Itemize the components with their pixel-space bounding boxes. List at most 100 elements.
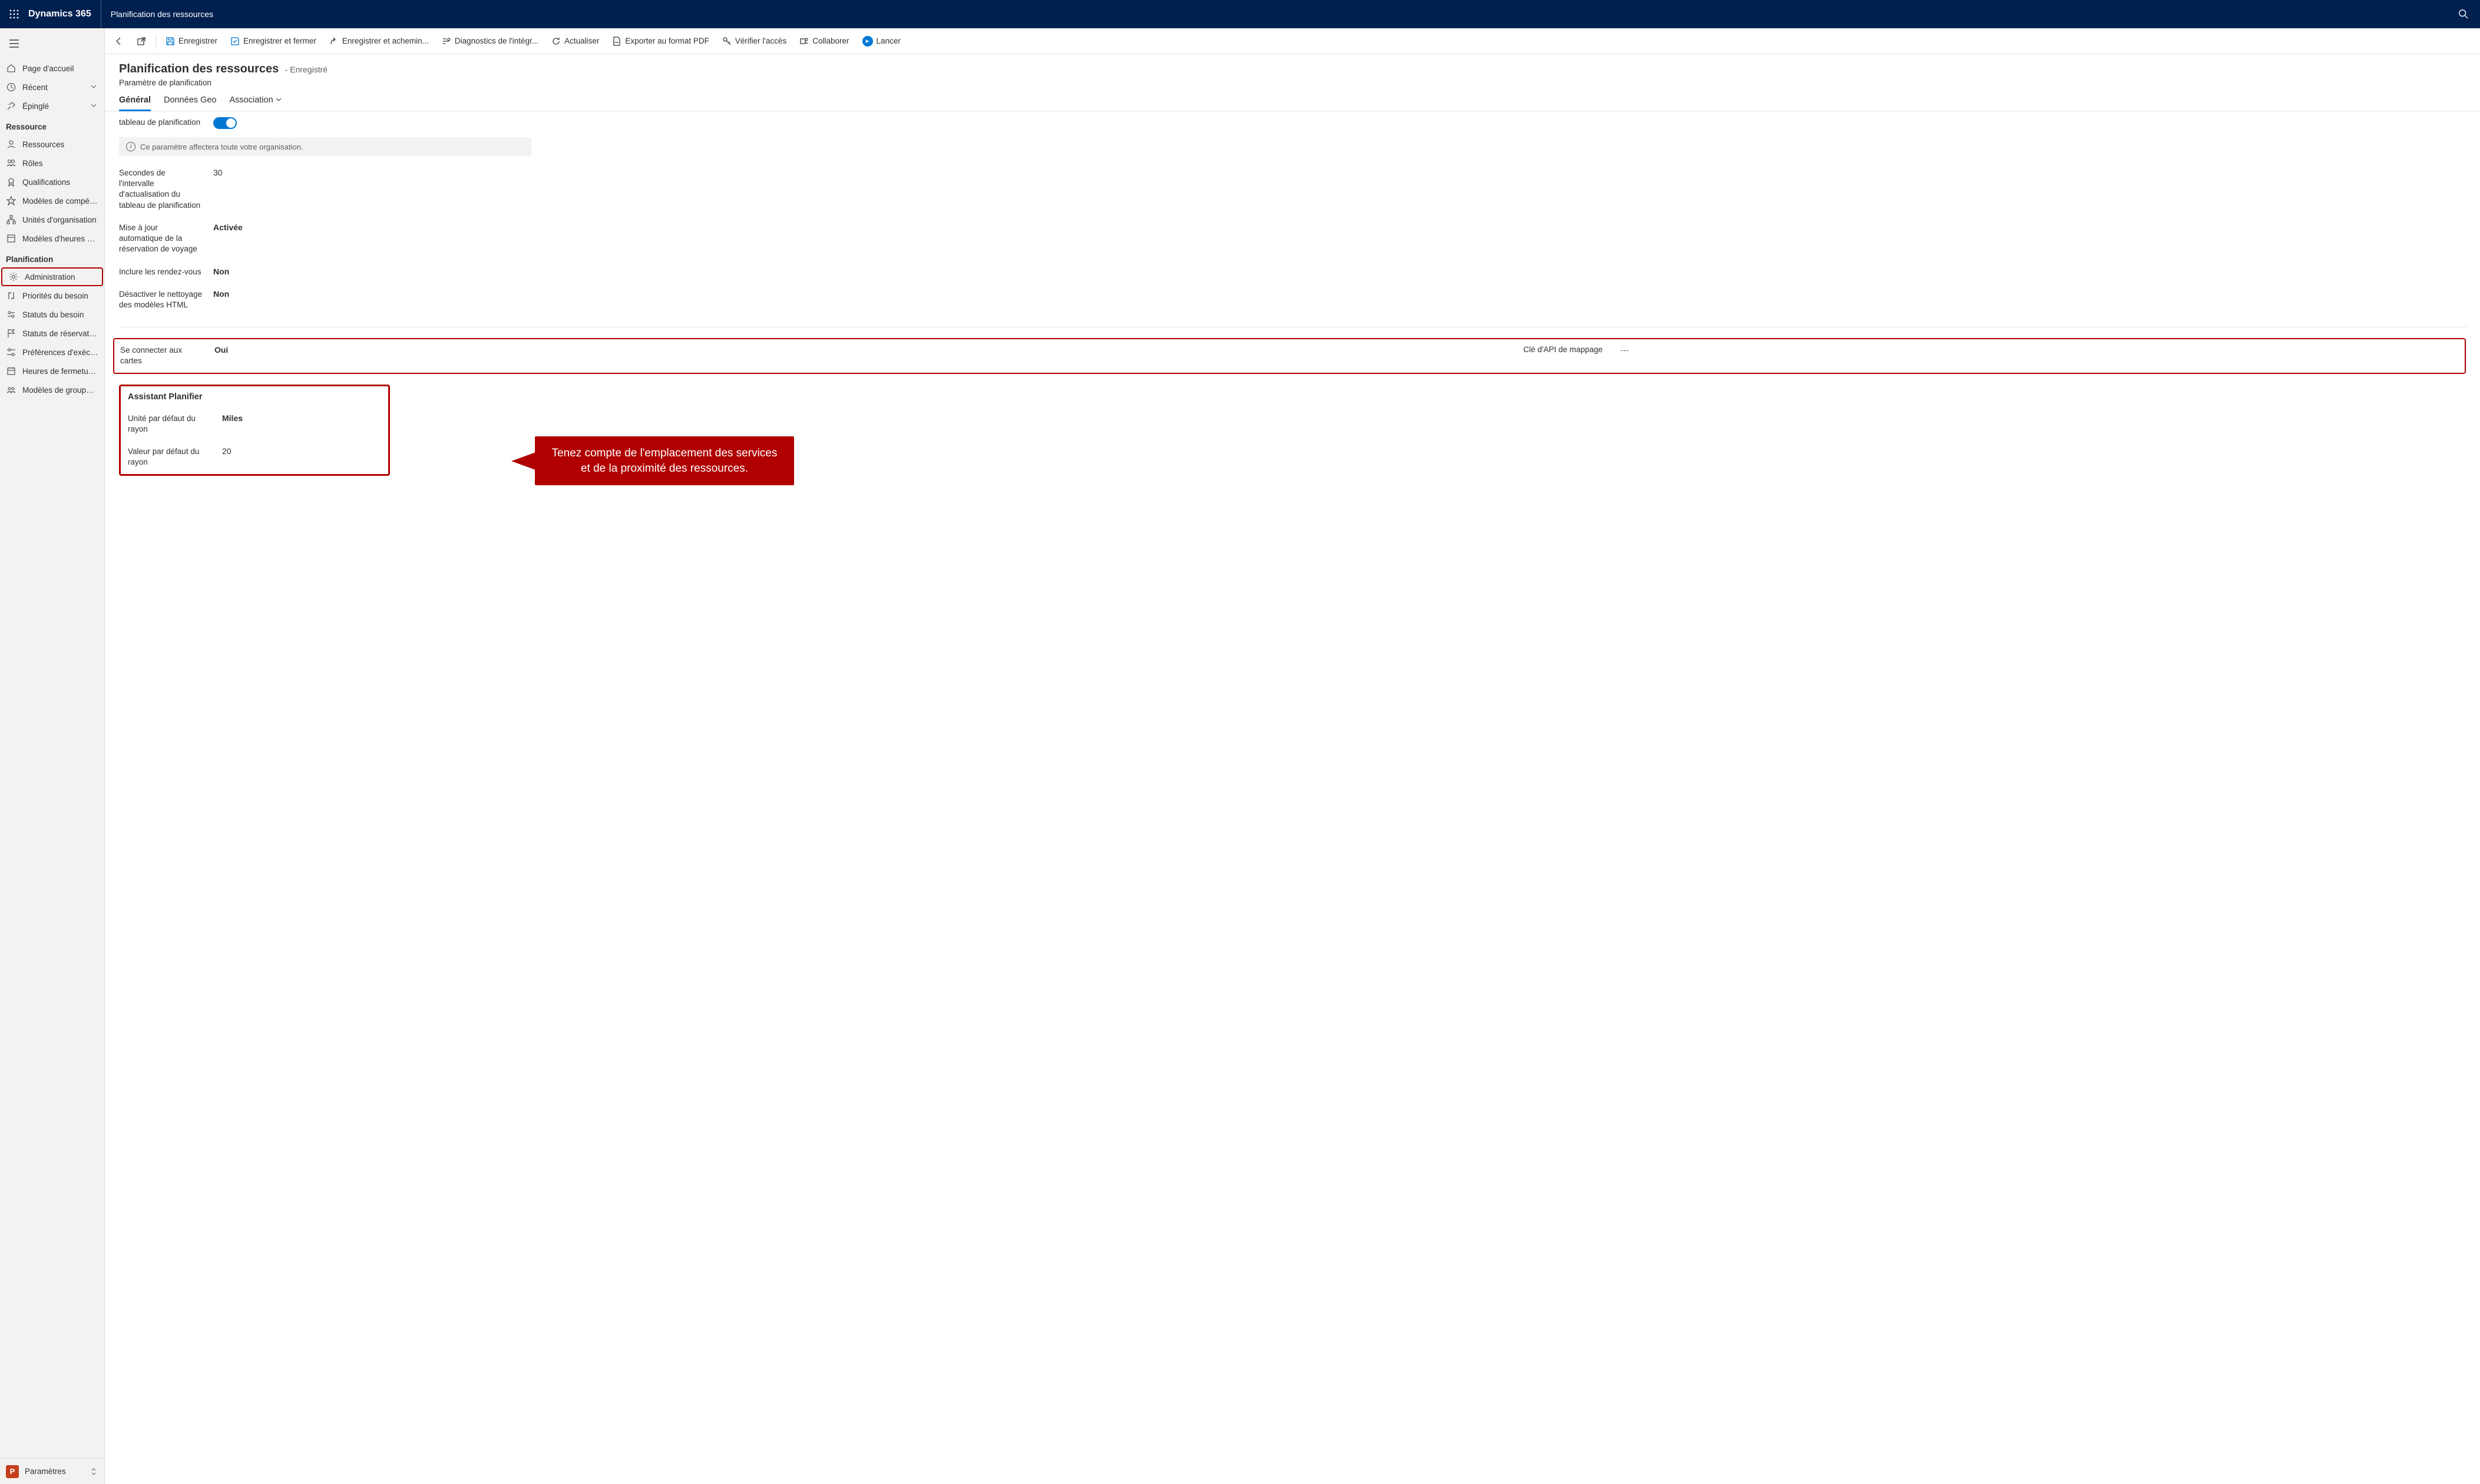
sidebar-item-label: Rôles (22, 159, 98, 168)
pdf-icon (612, 37, 621, 46)
field-radius-unit: Unité par défaut du rayon Miles (128, 408, 381, 440)
collab-icon (799, 37, 809, 46)
sidebar-item-qualifications[interactable]: Qualifications (0, 173, 104, 191)
field-value[interactable]: Non (213, 267, 229, 276)
sidebar-item-home[interactable]: Page d'accueil (0, 59, 104, 78)
integration-diag-button[interactable]: Diagnostics de l'intégr... (436, 31, 544, 52)
sidebar-item-pinned[interactable]: Épinglé (0, 97, 104, 115)
field-value[interactable]: 20 (222, 446, 232, 456)
field-include-appt: Inclure les rendez-vous Non (119, 261, 673, 283)
sidebar-item-group-models[interactable]: Modèles de groupe ... (0, 380, 104, 399)
field-value[interactable]: Non (213, 289, 229, 299)
field-value[interactable]: Oui (214, 345, 228, 355)
launch-icon: ▸ (862, 36, 873, 47)
sidebar-item-exec-preferences[interactable]: Préférences d'exécut... (0, 343, 104, 362)
field-value[interactable]: Activée (213, 223, 243, 232)
highlight-assistant-section: Assistant Planifier Unité par défaut du … (119, 385, 390, 476)
prefs-icon (6, 347, 16, 357)
save-route-button[interactable]: Enregistrer et achemin... (323, 31, 435, 52)
flag-icon (6, 328, 16, 339)
back-button[interactable] (108, 31, 130, 52)
sidebar-item-label: Heures de fermeture... (22, 367, 98, 376)
arrow-left-icon (114, 37, 124, 46)
sidebar-item-reservation-status[interactable]: Statuts de réservation (0, 324, 104, 343)
cmd-label: Enregistrer et achemin... (342, 37, 429, 45)
page-header: Planification des ressources - Enregistr… (105, 54, 2480, 87)
callout-arrow-icon (511, 452, 537, 471)
field-value (213, 117, 237, 129)
popout-button[interactable] (131, 31, 152, 52)
sidebar-item-roles[interactable]: Rôles (0, 154, 104, 173)
field-connect-maps: Se connecter aux cartes Oui (120, 345, 228, 366)
save-button[interactable]: Enregistrer (160, 31, 223, 52)
tab-geo[interactable]: Données Geo (164, 95, 216, 111)
sidebar-item-label: Récent (22, 83, 90, 92)
field-map-api-key: Clé d'API de mappage --- (1523, 345, 2459, 366)
refresh-icon (551, 37, 561, 46)
page-title: Planification des ressources (119, 62, 279, 75)
field-value[interactable]: 30 (213, 168, 223, 177)
sidebar-area-switcher[interactable]: P Paramètres (0, 1458, 104, 1484)
person-icon (6, 139, 16, 150)
cmd-label: Lancer (877, 37, 901, 45)
topbar: Dynamics 365 Planification des ressource… (0, 0, 2480, 28)
sidebar-item-label: Modèles de compét... (22, 197, 98, 206)
sidebar-item-need-priorities[interactable]: Priorités du besoin (0, 286, 104, 305)
launch-button[interactable]: ▸ Lancer (857, 31, 907, 52)
field-enable-new-board: tableau de planification (119, 111, 673, 135)
main: Enregistrer Enregistrer et fermer Enregi… (105, 28, 2480, 1484)
route-icon (329, 37, 339, 46)
chevron-updown-icon (90, 1468, 98, 1476)
tab-association[interactable]: Association (229, 95, 281, 111)
page-subtitle: Paramètre de planification (119, 78, 2466, 87)
cmd-label: Diagnostics de l'intégr... (455, 37, 538, 45)
tab-label: Association (229, 95, 273, 105)
field-label: Valeur par défaut du rayon (128, 446, 222, 468)
sidebar-item-administration[interactable]: Administration (1, 267, 103, 286)
brand-area[interactable]: Planification des ressources (101, 0, 213, 28)
save-icon (166, 37, 175, 46)
app-launcher-icon[interactable] (5, 5, 24, 24)
sidebar-item-hour-templates[interactable]: Modèles d'heures de... (0, 229, 104, 248)
star-icon (6, 196, 16, 206)
page-state: - Enregistré (285, 65, 328, 74)
brand-title[interactable]: Dynamics 365 (28, 9, 91, 19)
field-value[interactable]: --- (1621, 345, 1629, 355)
sidebar-item-need-status[interactable]: Statuts du besoin (0, 305, 104, 324)
sidebar-item-label: Administration (25, 273, 96, 281)
cmd-label: Exporter au format PDF (625, 37, 709, 45)
popout-icon (137, 37, 146, 46)
sidebar-item-label: Modèles d'heures de... (22, 234, 98, 243)
cmd-label: Enregistrer et fermer (243, 37, 316, 45)
field-value[interactable]: Miles (222, 413, 243, 423)
toggle-switch[interactable] (213, 117, 237, 129)
highlight-maps-section: Se connecter aux cartes Oui Clé d'API de… (113, 338, 2466, 373)
form-body[interactable]: tableau de planification i Ce paramètre … (105, 111, 2480, 1484)
sidebar-item-resources[interactable]: Ressources (0, 135, 104, 154)
sidebar-item-label: Priorités du besoin (22, 292, 98, 300)
tab-label: Général (119, 95, 151, 105)
key-icon (722, 37, 732, 46)
check-access-button[interactable]: Vérifier l'accès (716, 31, 792, 52)
search-icon[interactable] (2452, 0, 2475, 28)
hamburger-icon[interactable] (2, 33, 26, 54)
refresh-button[interactable]: Actualiser (545, 31, 605, 52)
field-label: tableau de planification (119, 117, 213, 128)
export-pdf-button[interactable]: Exporter au format PDF (606, 31, 715, 52)
sidebar-item-closing-hours[interactable]: Heures de fermeture... (0, 362, 104, 380)
sidebar-item-competency-models[interactable]: Modèles de compét... (0, 191, 104, 210)
chevron-down-icon (276, 95, 282, 105)
info-text: Ce paramètre affectera toute votre organ… (140, 143, 303, 151)
field-refresh-seconds: Secondes de l'intervalle d'actualisation… (119, 162, 673, 217)
save-close-button[interactable]: Enregistrer et fermer (224, 31, 322, 52)
cmd-label: Collaborer (812, 37, 849, 45)
sidebar-item-org-units[interactable]: Unités d'organisation (0, 210, 104, 229)
tab-general[interactable]: Général (119, 95, 151, 111)
sidebar-item-label: Préférences d'exécut... (22, 348, 98, 357)
sidebar-item-recent[interactable]: Récent (0, 78, 104, 97)
area-label: Paramètres (25, 1467, 66, 1476)
collaborate-button[interactable]: Collaborer (793, 31, 855, 52)
sidebar-item-label: Page d'accueil (22, 64, 98, 73)
cmd-label: Actualiser (564, 37, 599, 45)
section-title: Assistant Planifier (128, 392, 381, 402)
